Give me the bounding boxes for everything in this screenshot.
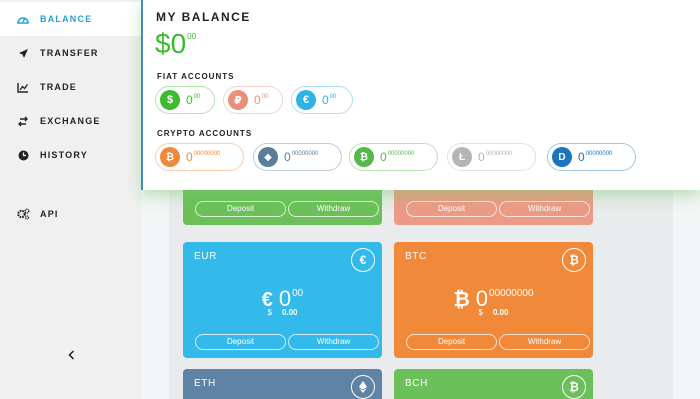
ethereum-icon [351,375,375,399]
withdraw-button[interactable]: Withdraw [499,334,590,350]
sidebar-item-label: TRANSFER [40,48,99,58]
fiat-accounts-label: FIAT ACCOUNTS [157,72,235,81]
fiat-account-pill[interactable]: €000 [291,86,353,114]
sidebar-item-label: HISTORY [40,150,88,160]
card-title: BTC [405,251,427,262]
euro-icon: € [351,248,375,272]
withdraw-button[interactable]: Withdraw [288,334,379,350]
withdraw-button[interactable]: Withdraw [288,201,379,217]
clock-icon [16,148,30,162]
balance-dropdown: MY BALANCE $000 FIAT ACCOUNTS CRYPTO ACC… [141,0,700,190]
chevron-left-icon [67,347,75,365]
sidebar-item-exchange[interactable]: EXCHANGE [0,104,141,138]
litecoin-icon: Ł [452,147,472,167]
sidebar-item-api[interactable]: API [0,197,141,231]
ethereum-icon: ◆ [258,147,278,167]
bitcoin-cash-icon: ₿ [562,375,586,399]
line-chart-icon [16,80,30,94]
pill-amount: 000000000 [284,150,319,164]
bitcoin-cash-icon: ₿ [354,147,374,167]
deposit-button[interactable]: Deposit [406,334,497,350]
account-card-eur: EUR € €000 $0.00 Deposit Withdraw [183,242,382,358]
crypto-account-pill[interactable]: ₿ 000000000 [155,143,244,171]
account-card-bch: BCH ₿ [394,369,593,399]
accounts-grid: Deposit Withdraw Deposit Withdraw EUR € … [169,164,673,399]
account-card-eth: ETH [183,369,382,399]
gears-icon [16,207,30,221]
crypto-account-pill[interactable]: D 000000000 [547,143,636,171]
fiat-account-pill[interactable]: ₽000 [223,86,283,114]
pill-amount: 000 [186,93,201,107]
deposit-button[interactable]: Deposit [195,334,286,350]
dollar-icon: $ [160,90,180,110]
sidebar-item-label: BALANCE [40,14,93,24]
collapse-sidebar-button[interactable] [62,347,80,365]
card-usd-value: $0.00 [478,308,509,317]
fiat-account-pill[interactable]: $000 [155,86,215,114]
pill-amount: 000000000 [186,150,221,164]
sidebar-item-balance[interactable]: BALANCE [0,2,141,36]
bitcoin-icon: ₿ [562,248,586,272]
pill-amount: 000000000 [478,150,513,164]
card-title: BCH [405,378,428,389]
pill-amount: 000 [322,93,337,107]
sidebar-item-label: API [40,209,59,219]
crypto-account-pill[interactable]: Ł 000000000 [447,143,536,171]
sidebar-item-history[interactable]: HISTORY [0,138,141,172]
deposit-button[interactable]: Deposit [195,201,286,217]
balance-title: MY BALANCE [156,10,251,24]
pill-amount: 000000000 [578,150,613,164]
crypto-accounts-label: CRYPTO ACCOUNTS [157,129,253,138]
crypto-account-pill[interactable]: ₿ 000000000 [349,143,438,171]
card-usd-value: $0.00 [267,308,298,317]
ruble-icon: ₽ [228,90,248,110]
total-balance: $000 [155,28,197,59]
crypto-account-pill[interactable]: ◆ 000000000 [253,143,342,171]
pill-amount: 000 [254,93,269,107]
sidebar: BALANCE TRANSFER TRADE EXCHANGE HISTORY … [0,0,141,399]
card-title: EUR [194,251,217,262]
card-title: ETH [194,378,216,389]
pill-amount: 000000000 [380,150,415,164]
deposit-button[interactable]: Deposit [406,201,497,217]
euro-icon: € [296,90,316,110]
sidebar-item-transfer[interactable]: TRANSFER [0,36,141,70]
bitcoin-icon: ₿ [160,147,180,167]
dash-icon: D [552,147,572,167]
sidebar-item-trade[interactable]: TRADE [0,70,141,104]
sidebar-item-label: EXCHANGE [40,116,101,126]
withdraw-button[interactable]: Withdraw [499,201,590,217]
account-card-btc: BTC ₿ ₿ 000000000 $0.00 Deposit Withdraw [394,242,593,358]
sidebar-item-label: TRADE [40,82,77,92]
paper-plane-icon [16,46,30,60]
dashboard-icon [16,12,30,26]
exchange-icon [16,114,30,128]
